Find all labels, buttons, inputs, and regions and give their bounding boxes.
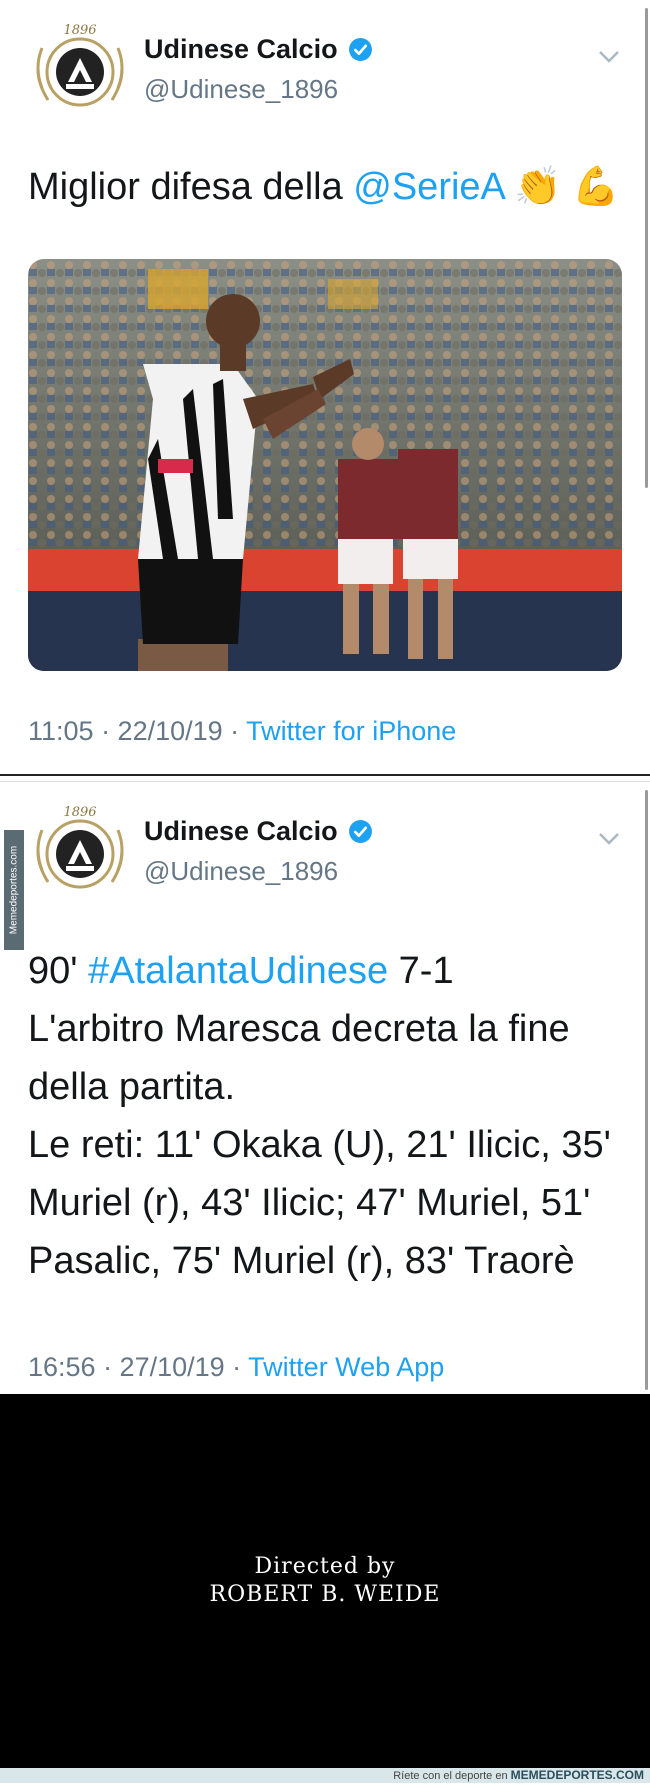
scrollbar[interactable] — [645, 8, 648, 488]
verified-badge-icon — [348, 820, 372, 843]
tweet-card-1[interactable]: 1896 Udinese Calcio @Udinese_1896 Miglio… — [0, 0, 650, 774]
tweet-line: L'arbitro Maresca decreta la fine — [28, 1008, 570, 1050]
tweet-line: Pasalic, 75' Muriel (r), 83' Traorè — [28, 1240, 575, 1282]
tweet-text: Miglior difesa della @SerieA 👏 💪 — [28, 166, 620, 208]
scrollbar[interactable] — [645, 790, 648, 1390]
account-name[interactable]: Udinese Calcio — [144, 816, 338, 847]
mention-link[interactable]: @SerieA — [353, 166, 504, 208]
chevron-down-icon[interactable] — [598, 832, 620, 846]
side-watermark: Memedeportes.com — [4, 830, 24, 950]
footer-brand[interactable]: MEMEDEPORTES.COM — [511, 1768, 644, 1782]
credits-panel: Directed by ROBERT B. WEIDE — [0, 1394, 650, 1768]
tweet-line: Muriel (r), 43' Ilicic; 47' Muriel, 51' — [28, 1182, 591, 1224]
divider — [0, 774, 650, 782]
svg-text:1896: 1896 — [63, 805, 96, 820]
score-line: 90' #AtalantaUdinese 7-1 — [28, 950, 454, 992]
verified-badge-icon — [348, 38, 372, 61]
account-name[interactable]: Udinese Calcio — [144, 34, 338, 65]
source-link[interactable]: Twitter for iPhone — [246, 716, 456, 746]
tweet-photo[interactable] — [28, 259, 622, 671]
credits-line-name: ROBERT B. WEIDE — [209, 1582, 441, 1607]
udinese-crest-avatar[interactable]: 1896 — [28, 18, 132, 122]
emoji: 👏 💪 — [514, 166, 620, 208]
account-handle[interactable]: @Udinese_1896 — [144, 74, 338, 105]
tweet-text: 90' #AtalantaUdinese 7-1 L'arbitro Mares… — [28, 942, 626, 1290]
hashtag-link[interactable]: #AtalantaUdinese — [88, 950, 388, 992]
credits-line-directed: Directed by — [254, 1554, 396, 1579]
svg-text:1896: 1896 — [63, 23, 96, 38]
tweet-timestamp[interactable]: 11:05 · 22/10/19 · Twitter for iPhone — [28, 716, 456, 747]
account-handle[interactable]: @Udinese_1896 — [144, 856, 338, 887]
tweet-card-2[interactable]: 1896 Udinese Calcio @Udinese_1896 90' #A… — [0, 782, 650, 1394]
tweet-line: Le reti: 11' Okaka (U), 21' Ilicic, 35' — [28, 1124, 611, 1166]
udinese-crest-avatar[interactable]: 1896 — [28, 800, 132, 904]
tweet-timestamp[interactable]: 16:56 · 27/10/19 · Twitter Web App — [28, 1352, 444, 1383]
tweet-line: della partita. — [28, 1066, 236, 1108]
source-link[interactable]: Twitter Web App — [248, 1352, 444, 1382]
footer-watermark: Ríete con el deporte en MEMEDEPORTES.COM — [0, 1768, 650, 1783]
chevron-down-icon[interactable] — [598, 50, 620, 64]
